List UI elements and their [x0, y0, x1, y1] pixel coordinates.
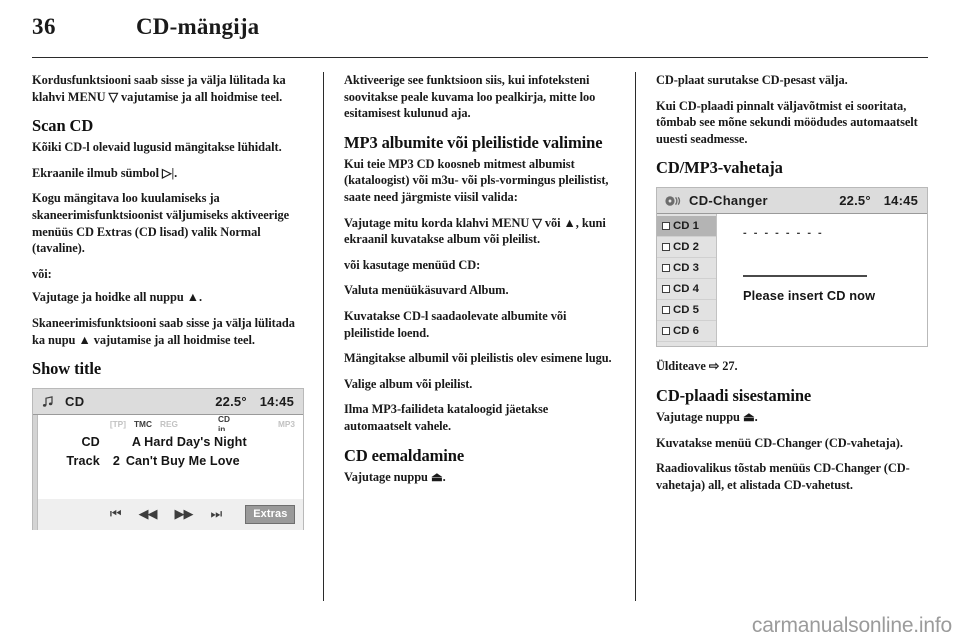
cc-temperature: 22.5°	[839, 193, 871, 209]
cd-disc-title: A Hard Day's Night	[131, 435, 247, 450]
paragraph: või:	[32, 266, 52, 281]
cc-clock: 14:45	[883, 193, 918, 209]
section-heading-cd-insert: CD-plaadi sisestamine	[656, 385, 812, 405]
cd-temperature: 22.5°	[215, 394, 247, 410]
cd-title-label: CD	[65, 394, 85, 410]
cd-clock: 14:45	[259, 394, 294, 410]
cd-body: [TP] TMC REG CD in MP3 CD A Hard Day's N…	[33, 414, 303, 531]
checkbox-icon	[662, 285, 670, 294]
paragraph: Vajutage mitu korda klahvi MENU ▽ või ▲,…	[344, 215, 606, 247]
cd-track-label: Track	[66, 454, 100, 469]
content-columns: Kordusfunktsiooni saab sisse ja välja lü…	[32, 72, 928, 602]
fast-forward-icon[interactable]: ▶▶	[175, 507, 194, 522]
cd-slot-label: CD 1	[673, 220, 699, 233]
cd-player-screenshot: CD 22.5° 14:45 [TP] TMC REG CD in MP3 CD…	[32, 388, 304, 531]
checkbox-icon	[662, 243, 670, 252]
cd-disc-line: CD A Hard Day's Night	[38, 435, 303, 454]
cc-title-label: CD-Changer	[689, 193, 768, 209]
cd-track-info: CD A Hard Day's Night Track 2 Can't Buy …	[37, 431, 303, 499]
cd-track-title: Can't Buy Me Love	[125, 454, 240, 469]
paragraph: Valige album või pleilist.	[344, 376, 473, 391]
checkbox-icon	[662, 222, 670, 231]
section-heading-mp3-album-select: MP3 albumite või pleilistide valimine	[344, 132, 603, 152]
paragraph: Kogu mängitava loo kuulamiseks ja skanee…	[32, 191, 290, 256]
cd-transport-controls: ⏮ ◀◀ ▶▶ ⏭ Extras	[37, 498, 303, 531]
paragraph: või kasutage menüüd CD:	[344, 257, 481, 272]
checkbox-icon	[662, 327, 670, 336]
paragraph: Aktiveerige see funktsioon siis, kui inf…	[344, 73, 596, 121]
cd-slot-label: CD 5	[673, 304, 699, 317]
paragraph: Mängitakse albumil või pleilistis olev e…	[344, 351, 612, 366]
cd-slot-label: CD 4	[673, 283, 699, 296]
paragraph: Kui CD-plaadi pinnalt väljavõtmist ei so…	[656, 98, 918, 146]
cd-titlebar: CD 22.5° 14:45	[33, 389, 303, 416]
cc-insert-message: Please insert CD now	[743, 288, 876, 304]
checkbox-icon	[662, 264, 670, 273]
column-middle: Aktiveerige see funktsioon siis, kui inf…	[344, 72, 616, 602]
cd-main: [TP] TMC REG CD in MP3 CD A Hard Day's N…	[37, 414, 303, 531]
cd-slot-1[interactable]: CD 1	[657, 216, 716, 238]
cd-status-flags: [TP] TMC REG CD in MP3	[37, 414, 303, 434]
next-track-icon[interactable]: ⏭	[211, 507, 223, 522]
checkbox-icon	[662, 306, 670, 315]
paragraph: Kuvatakse menüü CD-Changer (CD-vahetaja)…	[656, 435, 903, 450]
cd-slot-label: CD 3	[673, 262, 699, 275]
paragraph: Raadiovalikus tõstab menüüs CD-Changer (…	[656, 461, 910, 492]
cd-slot-3[interactable]: CD 3	[657, 258, 716, 280]
site-watermark: carmanualsonline.info	[751, 614, 952, 637]
column-divider-1	[304, 72, 344, 602]
cd-slot-label: CD 2	[673, 241, 699, 254]
section-heading-scan-cd: Scan CD	[32, 116, 94, 136]
paragraph-general-info-ref: Ülditeave ⇨ 27.	[656, 359, 738, 374]
status-flag-reg: REG	[159, 419, 178, 430]
paragraph: Skaneerimisfunktsiooni saab sisse ja väl…	[32, 315, 295, 347]
section-heading-cd-eject: CD eemaldamine	[344, 445, 465, 465]
paragraph: Kordusfunktsiooni saab sisse ja välja lü…	[32, 73, 286, 104]
cc-main-panel: - - - - - - - - Please insert CD now	[717, 214, 927, 347]
section-heading-cd-mp3-changer: CD/MP3-vahetaja	[656, 158, 783, 178]
cd-disc-label: CD	[81, 435, 100, 450]
paragraph: Ekraanile ilmub sümbol ▷|.	[32, 165, 178, 180]
cd-slot-list: CD 1 CD 2 CD 3 CD 4 CD 5 CD 6	[657, 214, 717, 347]
rewind-icon[interactable]: ◀◀	[139, 507, 158, 522]
paragraph: CD-plaat surutakse CD-pesast välja.	[656, 73, 848, 87]
cc-placeholder-dashes: - - - - - - - -	[743, 227, 824, 240]
cd-changer-screenshot: CD-Changer 22.5° 14:45 CD 1 CD 2 CD 3 CD…	[656, 187, 928, 348]
cc-body: CD 1 CD 2 CD 3 CD 4 CD 5 CD 6 - - - - - …	[657, 214, 927, 347]
column-divider-2	[616, 72, 656, 602]
cd-slot-6[interactable]: CD 6	[657, 321, 716, 343]
paragraph: Vajutage nuppu ⏏.	[344, 469, 446, 484]
music-note-icon	[41, 395, 61, 409]
header-divider	[32, 57, 928, 58]
manual-page: 36 CD-mängija Kordusfunktsiooni saab sis…	[0, 0, 960, 642]
cd-slot-5[interactable]: CD 5	[657, 300, 716, 322]
paragraph: Valuta menüükäsuvard Album.	[344, 283, 509, 298]
paragraph: Vajutage ja hoidke all nuppu ▲.	[32, 290, 203, 305]
paragraph: Kuvatakse CD-l saadaolevate albumite või…	[344, 308, 567, 340]
cd-slot-4[interactable]: CD 4	[657, 279, 716, 301]
cd-track-number: 2	[112, 454, 120, 469]
column-right: CD-plaat surutakse CD-pesast välja. Kui …	[656, 72, 928, 602]
cd-slot-label: CD 6	[673, 325, 699, 338]
chapter-title: CD-mängija	[136, 14, 260, 39]
cd-slot-2[interactable]: CD 2	[657, 237, 716, 259]
section-heading-show-title: Show title	[32, 359, 102, 379]
cc-titlebar: CD-Changer 22.5° 14:45	[657, 188, 927, 215]
cc-divider	[743, 275, 867, 277]
status-flag-mp3: MP3	[277, 419, 295, 430]
prev-track-icon[interactable]: ⏮	[110, 507, 122, 522]
column-left: Kordusfunktsiooni saab sisse ja välja lü…	[32, 72, 304, 602]
status-flag-tmc: TMC	[133, 419, 152, 430]
paragraph: Vajutage nuppu ⏏.	[656, 409, 758, 424]
paragraph: Kui teie MP3 CD koosneb mitmest albumist…	[344, 156, 609, 204]
page-number: 36	[32, 14, 56, 39]
extras-button[interactable]: Extras	[245, 505, 296, 525]
cd-track-line: Track 2 Can't Buy Me Love	[38, 454, 303, 473]
page-header: 36 CD-mängija	[32, 14, 928, 48]
disc-icon	[665, 195, 685, 207]
status-flag-tp: [TP]	[109, 419, 126, 430]
paragraph: Ilma MP3-failideta kataloogid jäetakse a…	[344, 402, 549, 433]
paragraph: Kõiki CD-l olevaid lugusid mängitakse lü…	[32, 140, 282, 155]
